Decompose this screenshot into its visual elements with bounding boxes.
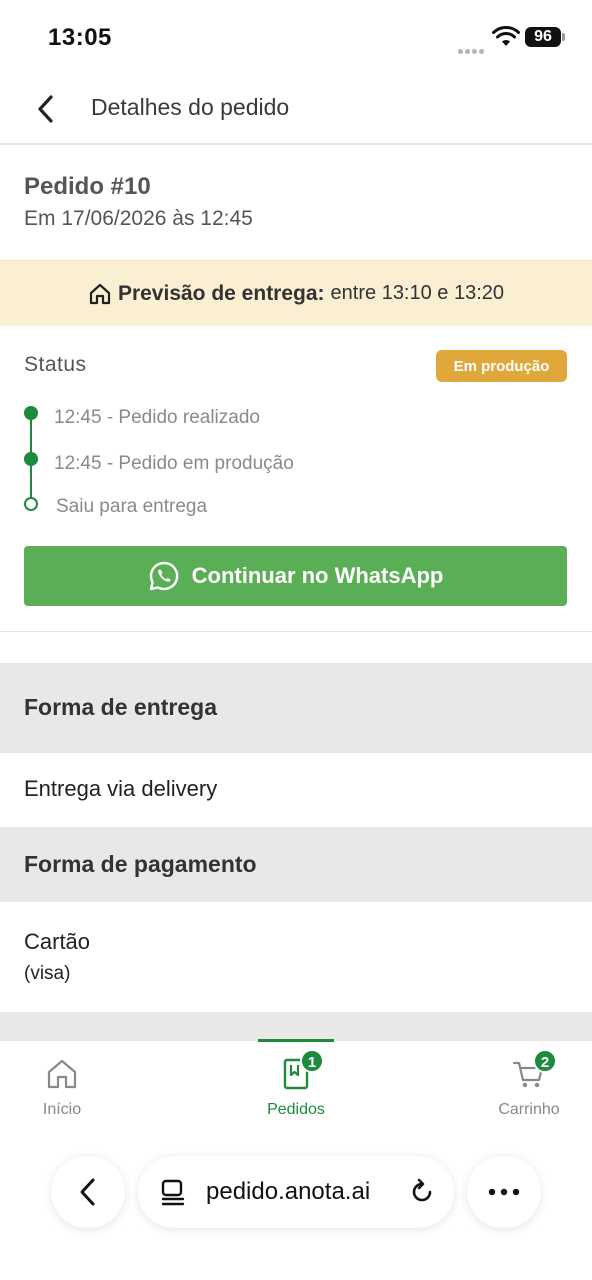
delivery-estimate-value: entre 13:10 e 13:20	[330, 282, 505, 304]
timeline-step: Saiu para entrega	[56, 496, 208, 517]
order-date: Em 17/06/2026 às 12:45	[24, 207, 253, 230]
status-bar: 13:05 96	[0, 0, 592, 75]
nav-item-inicio[interactable]: Início	[0, 1041, 132, 1136]
payment-method-title: Forma de pagamento	[24, 851, 257, 877]
delivery-method-value: Entrega via delivery	[24, 776, 218, 801]
timeline-step: 12:45 - Pedido em produção	[54, 453, 294, 474]
next-section-header	[0, 1012, 592, 1040]
browser-more-button[interactable]	[467, 1156, 541, 1228]
payment-method-detail: (visa)	[24, 963, 71, 984]
whatsapp-button-label: Continuar no WhatsApp	[191, 563, 444, 588]
battery-tip	[562, 33, 565, 41]
home-icon	[89, 283, 111, 304]
reload-icon[interactable]	[408, 1178, 436, 1206]
nav-label: Início	[42, 1101, 82, 1118]
back-button[interactable]	[28, 91, 64, 127]
nav-item-pedidos[interactable]: 1 Pedidos	[226, 1041, 366, 1136]
wifi-icon	[492, 26, 520, 46]
status-badge: Em produção	[436, 350, 567, 382]
nav-item-carrinho[interactable]: 2 Carrinho	[459, 1041, 592, 1136]
whatsapp-icon	[149, 561, 178, 591]
order-title: Pedido #10	[24, 173, 151, 200]
battery-icon: 96	[525, 27, 561, 47]
section-divider	[0, 631, 592, 632]
delivery-method-title: Forma de entrega	[24, 694, 217, 720]
bottom-navigation: Início 1 Pedidos 2 Carrinho	[0, 1039, 592, 1136]
timeline-dot-done	[24, 406, 38, 420]
page-header: Detalhes do pedido	[0, 75, 592, 145]
chevron-left-icon	[80, 1178, 95, 1206]
page-title: Detalhes do pedido	[91, 94, 290, 120]
status-time: 13:05	[48, 24, 112, 51]
browser-address-bar[interactable]: pedido.anota.ai	[138, 1156, 454, 1228]
payment-method-header: Forma de pagamento	[0, 827, 592, 902]
timeline-step: 12:45 - Pedido realizado	[54, 407, 260, 428]
orders-badge: 1	[300, 1049, 324, 1073]
tab-icon	[161, 1179, 185, 1206]
signal-icon	[458, 41, 486, 59]
payment-method-value: Cartão	[24, 929, 91, 954]
nav-label: Carrinho	[498, 1101, 560, 1118]
browser-back-button[interactable]	[51, 1156, 125, 1228]
delivery-method-header: Forma de entrega	[0, 663, 592, 753]
more-icon	[488, 1188, 520, 1196]
nav-label: Pedidos	[267, 1101, 325, 1118]
delivery-estimate-label: Previsão de entrega:	[117, 281, 325, 305]
chevron-left-icon	[38, 95, 53, 123]
browser-url: pedido.anota.ai	[206, 1178, 371, 1205]
delivery-estimate-banner: Previsão de entrega: entre 13:10 e 13:20	[0, 260, 592, 326]
timeline-dot-pending	[24, 497, 38, 511]
home-icon	[47, 1059, 77, 1089]
browser-toolbar: pedido.anota.ai	[0, 1135, 592, 1280]
timeline-dot-done	[24, 452, 38, 466]
status-label: Status	[24, 353, 87, 376]
whatsapp-button[interactable]: Continuar no WhatsApp	[24, 546, 567, 606]
cart-badge: 2	[533, 1049, 557, 1073]
